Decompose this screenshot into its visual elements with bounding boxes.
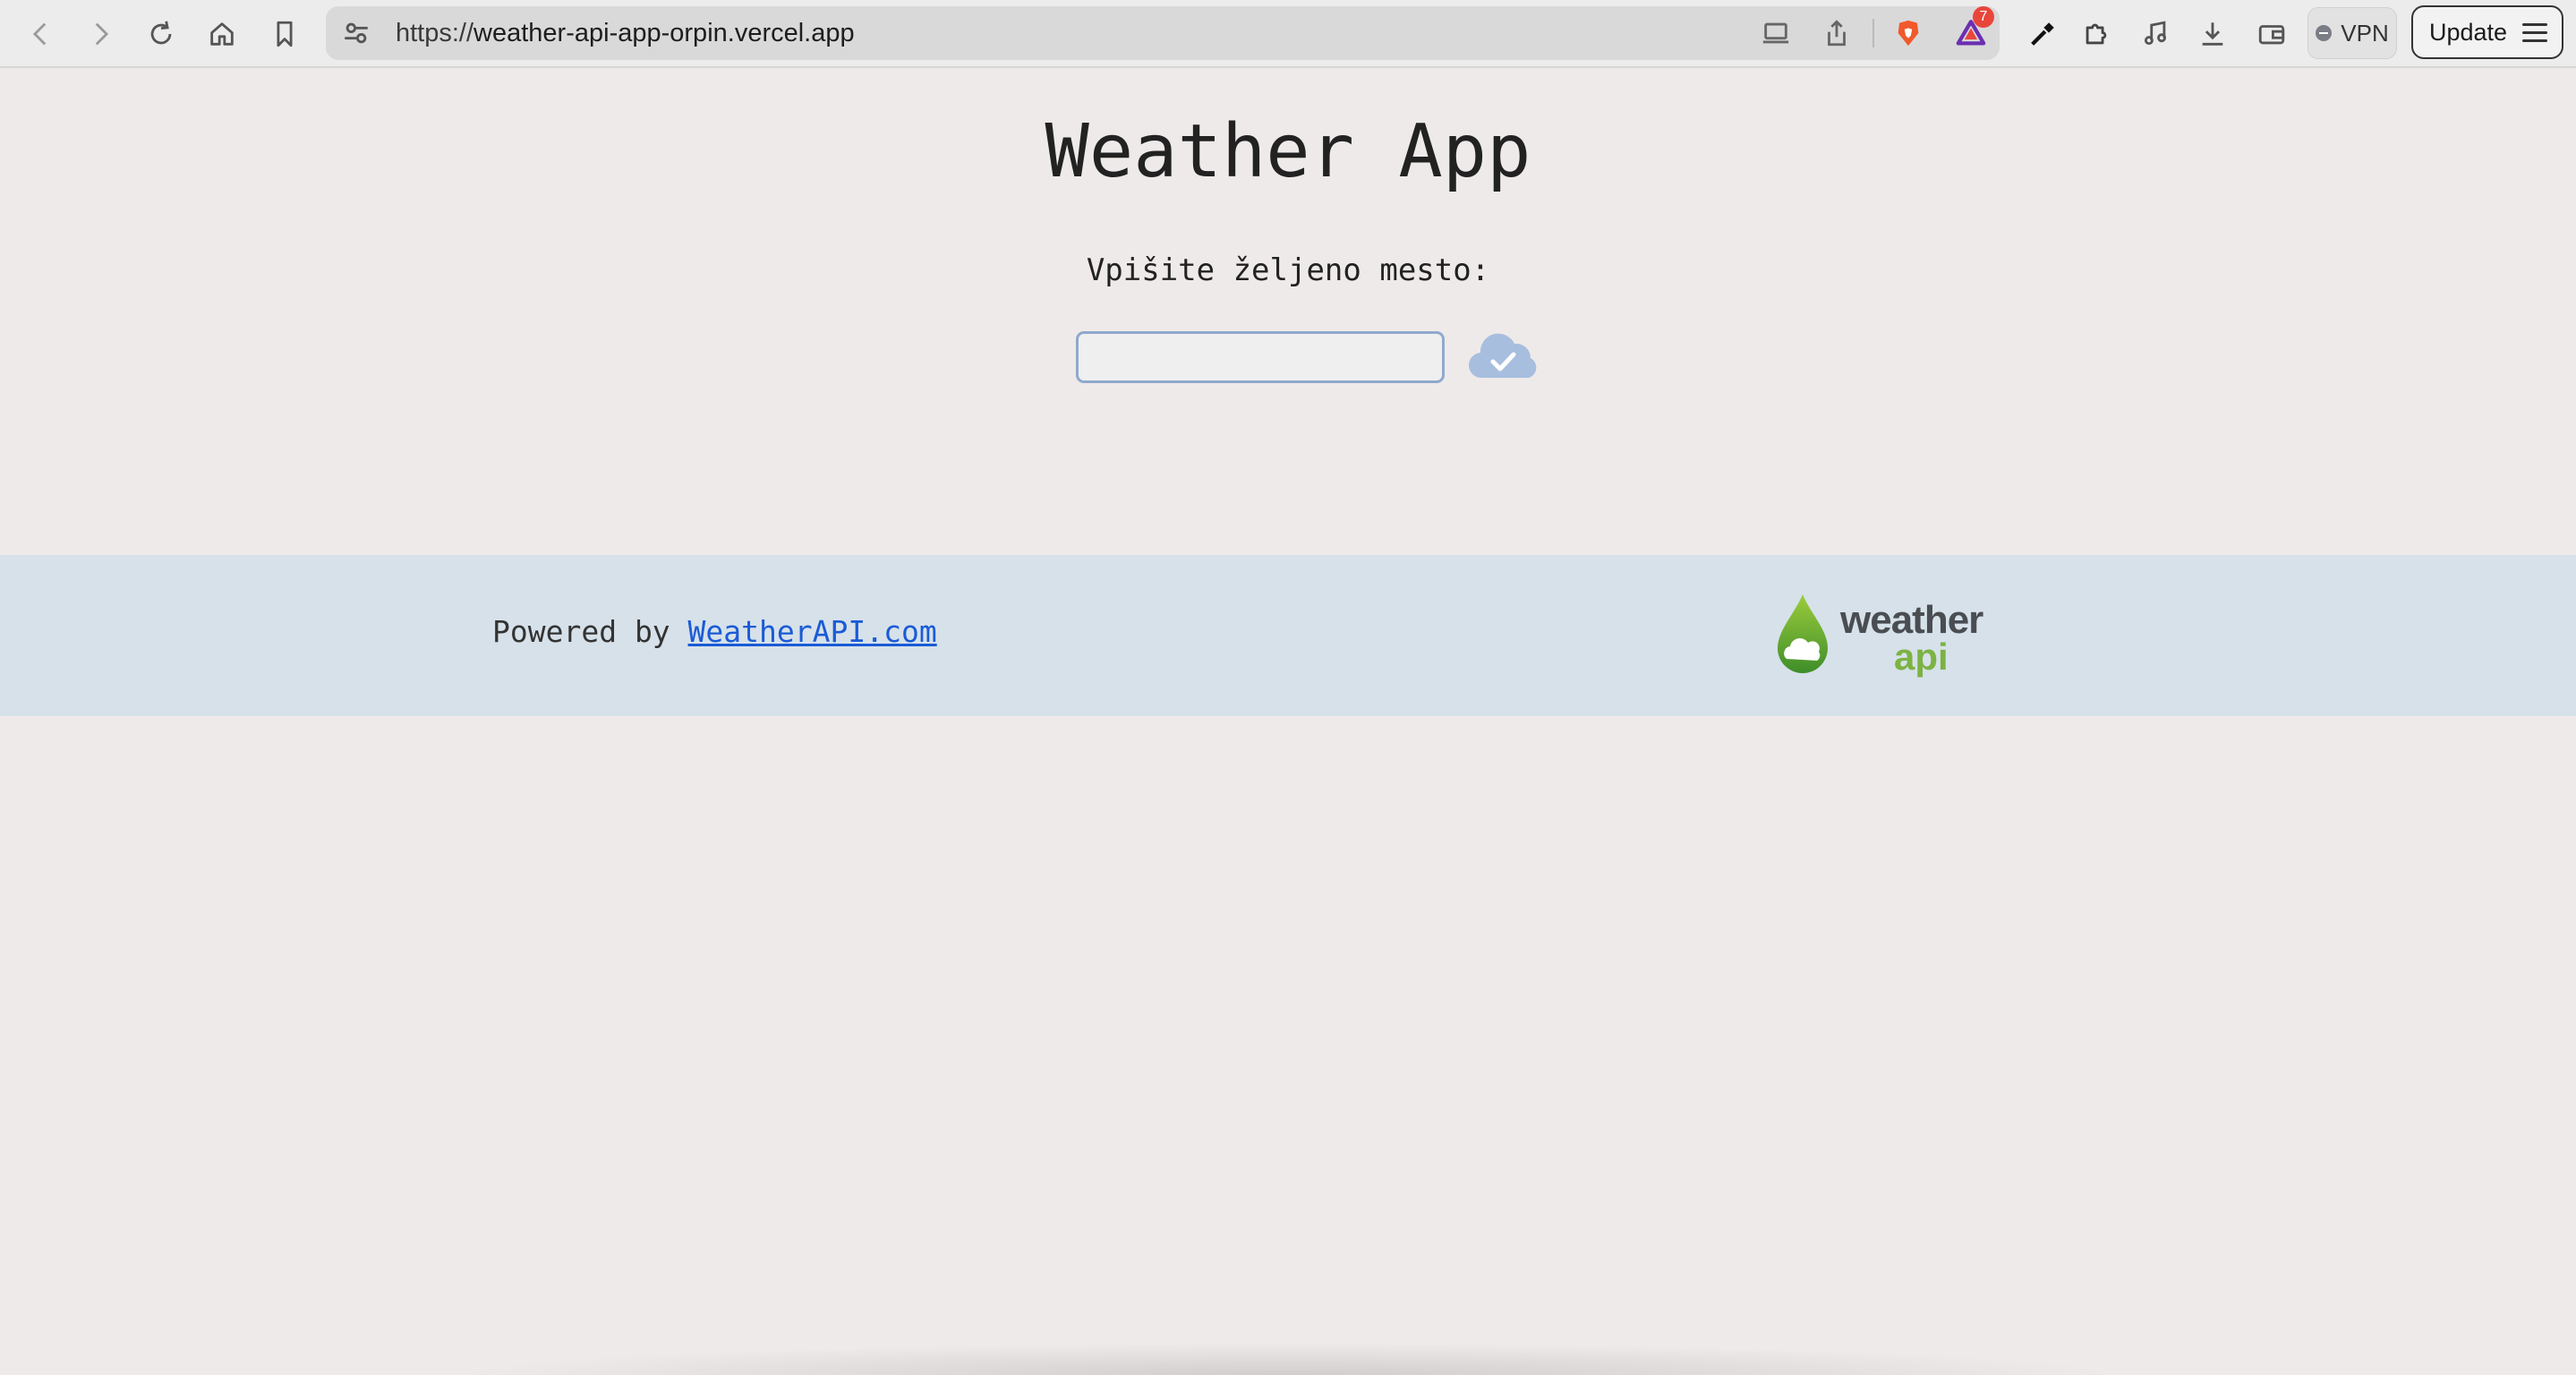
url-scheme: https:// [396,19,474,47]
brave-shields-icon[interactable] [1890,15,1926,51]
divider [1872,19,1874,47]
footer: Powered by WeatherAPI.com weather api [0,555,2576,716]
cast-icon[interactable] [1758,15,1794,51]
city-prompt-label: Vpišite željeno mesto: [1086,252,1490,288]
eyedropper-icon[interactable] [2025,16,2060,52]
weatherapi-logo[interactable]: weather api [1770,589,1983,688]
powered-by-prefix: Powered by [492,614,688,649]
browser-toolbar: https://weather-api-app-orpin.vercel.app… [0,0,2576,68]
bookmark-icon[interactable] [267,16,303,52]
brave-rewards-icon[interactable]: 7 [1953,6,1994,51]
vpn-status-icon [2316,25,2333,41]
share-icon[interactable] [1819,15,1855,51]
back-icon[interactable] [23,16,59,52]
extensions-icon[interactable] [2078,16,2114,52]
vpn-button[interactable]: VPN [2307,7,2397,59]
submit-button[interactable] [1466,328,1541,383]
weatherapi-link[interactable]: WeatherAPI.com [688,614,937,649]
wallet-icon[interactable] [2254,16,2290,52]
url-host: weather-api-app-orpin.vercel.app [473,19,855,47]
window-shadow [448,1343,2130,1375]
url-text[interactable]: https://weather-api-app-orpin.vercel.app [396,6,855,60]
update-button[interactable]: Update [2411,5,2563,59]
media-icon[interactable] [2137,16,2173,52]
downloads-icon[interactable] [2195,16,2231,52]
reload-icon[interactable] [143,16,179,52]
site-settings-icon[interactable] [338,15,374,51]
vpn-label: VPN [2341,19,2389,47]
update-label: Update [2429,18,2508,46]
cloud-check-icon [1468,333,1537,379]
menu-icon[interactable] [2522,23,2547,47]
forward-icon[interactable] [82,16,118,52]
weatherapi-drop-icon [1778,594,1828,673]
address-bar[interactable]: https://weather-api-app-orpin.vercel.app… [326,6,2000,60]
city-input[interactable] [1076,331,1445,383]
notification-badge: 7 [1973,6,1994,28]
logo-word-api: api [1894,636,1949,678]
home-icon[interactable] [204,16,240,52]
powered-by-text: Powered by WeatherAPI.com [492,614,937,649]
page-title: Weather App [1045,109,1531,194]
